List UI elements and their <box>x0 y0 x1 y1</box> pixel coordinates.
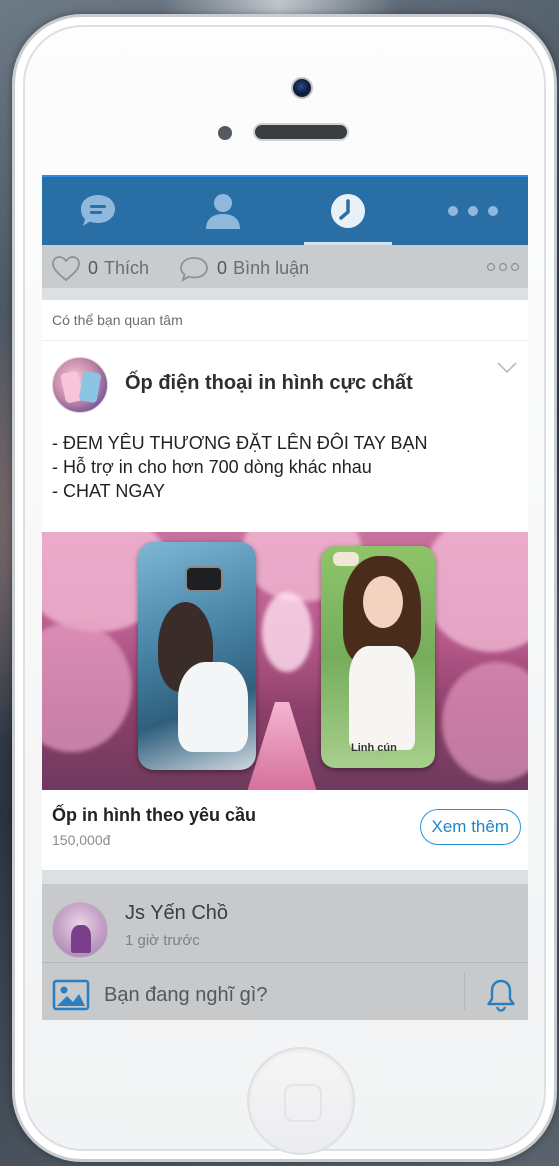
chat-icon <box>81 195 115 226</box>
earpiece-speaker <box>253 123 349 141</box>
home-button[interactable] <box>247 1047 355 1155</box>
post-timestamp: 1 giờ trước <box>125 932 200 949</box>
suggested-section-label: Có thể bạn quan tâm <box>52 312 183 328</box>
advertiser-avatar[interactable] <box>52 357 108 413</box>
comment-icon <box>180 256 208 282</box>
post-author-name[interactable]: Js Yến Chồ <box>125 902 228 925</box>
contacts-icon <box>206 194 240 229</box>
comment-count: 0 <box>217 258 228 278</box>
tab-more[interactable] <box>423 177 523 245</box>
ad-body-text: - ĐEM YÊU THƯƠNG ĐẶT LÊN ĐÔI TAY BẠN - H… <box>52 431 428 503</box>
tab-timeline[interactable] <box>298 177 398 245</box>
ad-product-image[interactable]: Linh cún <box>42 532 528 790</box>
see-more-button[interactable]: Xem thêm <box>419 809 521 845</box>
path-in-image <box>247 702 317 790</box>
like-label: Thích <box>104 258 150 278</box>
ad-body-line: - CHAT NGAY <box>52 481 166 501</box>
like-action[interactable]: 0 Thích <box>52 255 150 282</box>
chevron-down-icon[interactable] <box>496 361 518 375</box>
heart-icon <box>52 255 80 281</box>
divider <box>464 972 465 1010</box>
user-avatar[interactable] <box>52 902 108 958</box>
post-stats-row: 0 Thích 0 Bình luận <box>42 245 528 292</box>
ad-body-line: - Hỗ trợ in cho hơn 700 dòng khác nhau <box>52 457 372 477</box>
app-screen: 0 Thích 0 Bình luận Có thể bạn quan tâm … <box>42 175 528 1020</box>
advertiser-name[interactable]: Ốp điện thoại in hình cực chất <box>125 372 413 395</box>
ad-body-line: - ĐEM YÊU THƯƠNG ĐẶT LÊN ĐÔI TAY BẠN <box>52 433 428 453</box>
bell-icon[interactable] <box>486 978 516 1012</box>
feed-separator <box>42 288 528 300</box>
phone-case-image-2: Linh cún <box>321 546 435 768</box>
like-count: 0 <box>88 258 99 278</box>
case-caption: Linh cún <box>351 742 397 754</box>
feed-separator <box>42 870 528 884</box>
image-icon[interactable] <box>52 979 90 1011</box>
tab-contacts[interactable] <box>173 177 273 245</box>
status-composer-input[interactable]: Bạn đang nghĩ gì? <box>104 984 267 1007</box>
product-name: Ốp in hình theo yêu cầu <box>52 805 257 825</box>
top-nav-bar <box>42 175 528 245</box>
proximity-sensor <box>218 126 232 140</box>
phone-case-image-1 <box>138 542 256 770</box>
divider <box>42 340 528 341</box>
product-price: 150,000đ <box>52 832 111 848</box>
next-post-overlay: Js Yến Chồ 1 giờ trước Bạn đang nghĩ gì? <box>42 884 528 1020</box>
post-options-icon[interactable] <box>486 261 520 273</box>
divider <box>42 962 528 963</box>
tab-messages[interactable] <box>48 177 148 245</box>
comment-label: Bình luận <box>233 258 310 278</box>
front-camera <box>291 77 313 99</box>
comment-action[interactable]: 0 Bình luận <box>179 256 309 282</box>
more-dots-icon <box>448 206 498 216</box>
timeline-clock-icon <box>331 194 365 228</box>
